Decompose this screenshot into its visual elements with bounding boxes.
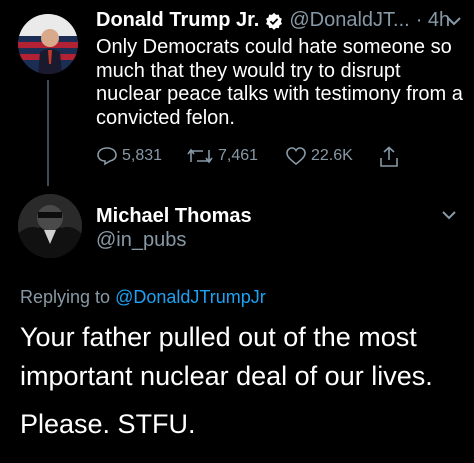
reply-icon xyxy=(97,147,117,166)
tweet2-author-name[interactable]: Michael Thomas xyxy=(96,205,252,228)
replying-to-label: Replying to xyxy=(20,287,116,307)
tweet2-text: Your father pulled out of the most impor… xyxy=(20,322,433,391)
like-button[interactable]: 22.6K xyxy=(285,146,353,166)
retweet-icon xyxy=(187,148,213,164)
chevron-down-icon[interactable] xyxy=(441,210,457,220)
thread-line xyxy=(47,80,49,186)
tweet2-handle[interactable]: @in_pubs xyxy=(96,229,186,252)
tweet1-author-name[interactable]: Donald Trump Jr. xyxy=(96,9,259,32)
share-button[interactable] xyxy=(378,146,404,168)
tweet2-text-line2: Please. STFU. xyxy=(20,409,196,439)
replying-to-link[interactable]: @DonaldJTrumpJr xyxy=(115,287,266,307)
chevron-down-icon[interactable] xyxy=(446,16,462,26)
reply-count: 5,831 xyxy=(122,147,163,164)
verified-badge-icon xyxy=(266,12,283,30)
tweet1-header: Donald Trump Jr. @DonaldJT... · 4h xyxy=(96,9,450,32)
reply-button[interactable]: 5,831 xyxy=(96,146,162,166)
retweet-button[interactable]: 7,461 xyxy=(186,146,258,166)
like-count: 22.6K xyxy=(311,147,353,164)
avatar-donald-trump-jr[interactable] xyxy=(18,14,78,74)
like-icon xyxy=(286,147,306,166)
tweet1-handle[interactable]: @DonaldJT... xyxy=(289,9,409,32)
retweet-count: 7,461 xyxy=(218,147,259,164)
avatar-michael-thomas[interactable] xyxy=(18,194,82,258)
replying-to-line: Replying to @DonaldJTrumpJr xyxy=(20,287,266,308)
tweet1-text: Only Democrats could hate someone so muc… xyxy=(96,36,463,129)
share-icon xyxy=(380,146,398,167)
